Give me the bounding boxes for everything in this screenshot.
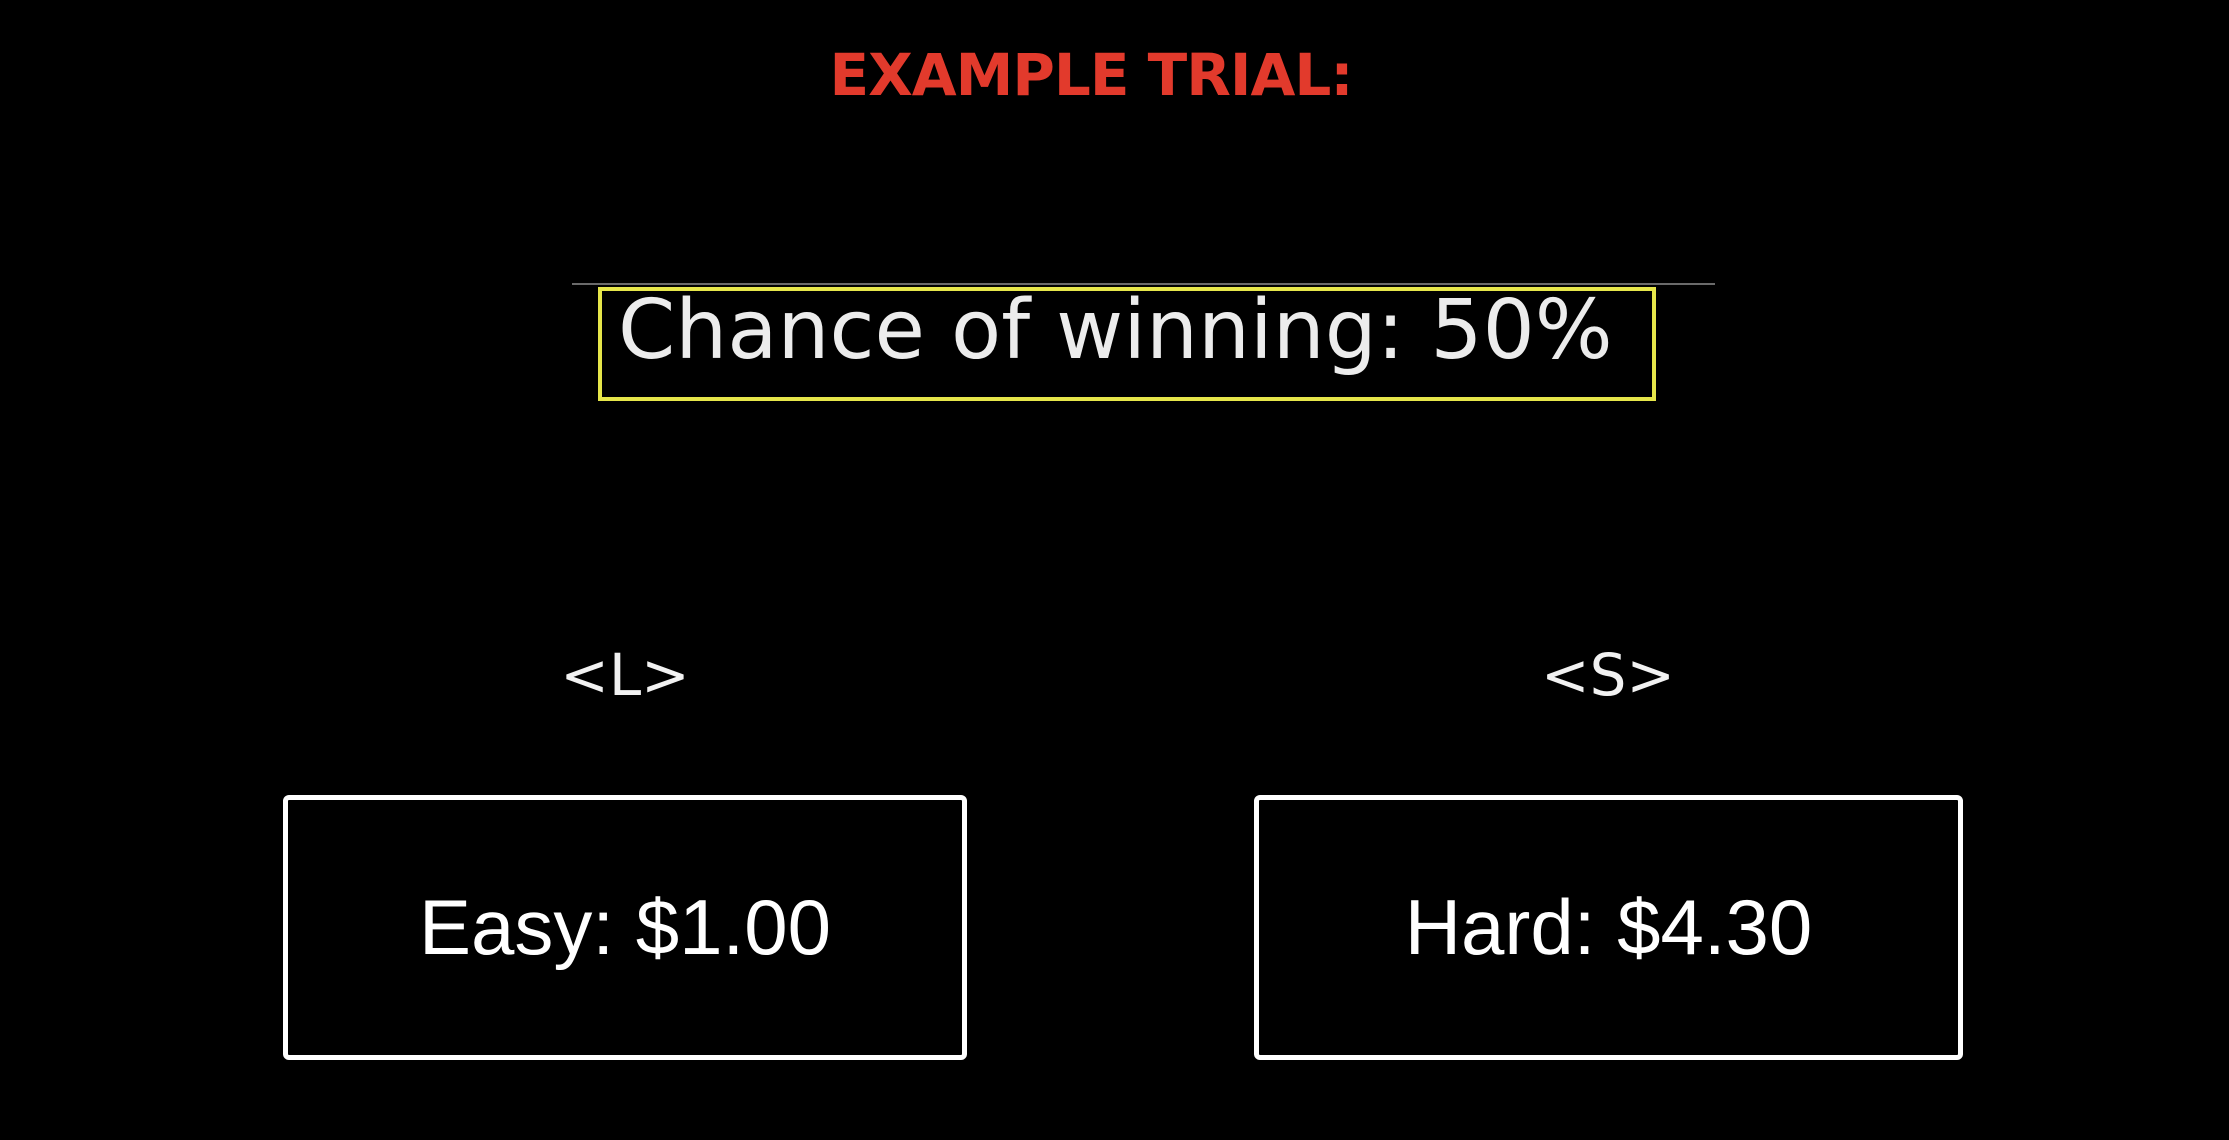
easy-option-label: Easy: $1.00 <box>419 883 831 971</box>
hard-option-label: Hard: $4.30 <box>1404 883 1813 971</box>
page-title: EXAMPLE TRIAL: <box>829 41 1353 109</box>
left-key-hint: <L> <box>560 641 690 709</box>
hard-option-button[interactable]: Hard: $4.30 <box>1254 795 1963 1060</box>
chance-of-winning-text: Chance of winning: 50% <box>618 283 1613 378</box>
easy-option-button[interactable]: Easy: $1.00 <box>283 795 967 1060</box>
right-key-hint: <S> <box>1540 641 1675 709</box>
